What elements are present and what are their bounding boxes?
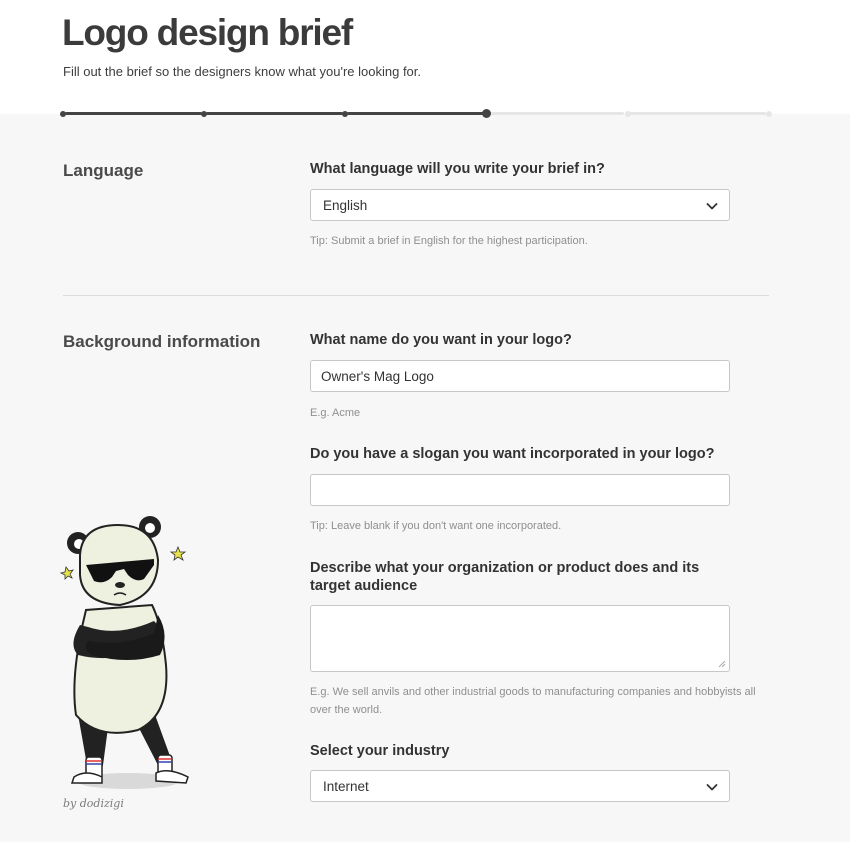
progress-segment: [65, 112, 202, 115]
slogan-input[interactable]: [310, 474, 730, 506]
progress-step-2: [201, 111, 207, 117]
background-section-title: Background information: [63, 332, 261, 351]
progress-bar: [60, 109, 772, 119]
logo-name-input[interactable]: Owner's Mag Logo: [310, 360, 730, 392]
progress-step-6: [766, 111, 772, 117]
chevron-down-icon: [706, 784, 718, 791]
language-question: What language will you write your brief …: [310, 161, 605, 177]
progress-segment: [347, 112, 484, 115]
progress-step-1: [60, 111, 66, 117]
logo-name-question: What name do you want in your logo?: [310, 332, 572, 348]
language-tip: Tip: Submit a brief in English for the h…: [310, 235, 588, 247]
describe-question: Describe what your organization or produ…: [310, 560, 700, 594]
page-subtitle: Fill out the brief so the designers know…: [63, 64, 422, 79]
logo-name-hint: E.g. Acme: [310, 407, 361, 419]
progress-step-3: [342, 111, 348, 117]
chevron-down-icon: [706, 203, 718, 210]
header-area: Logo design brief Fill out the brief so …: [0, 0, 850, 114]
illustration-credit: by dodizigi: [63, 797, 124, 810]
resize-handle-icon[interactable]: [718, 660, 726, 668]
industry-selected-value: Internet: [323, 779, 369, 794]
describe-hint: E.g. We sell anvils and other industrial…: [310, 686, 756, 716]
slogan-tip: Tip: Leave blank if you don't want one i…: [310, 520, 562, 532]
progress-segment: [206, 112, 343, 115]
progress-step-5: [625, 111, 631, 117]
progress-segment: [489, 112, 624, 115]
describe-textarea[interactable]: [310, 605, 730, 672]
progress-segment: [630, 112, 766, 115]
page-title: Logo design brief: [62, 12, 353, 53]
language-select[interactable]: English: [310, 189, 730, 221]
industry-question: Select your industry: [310, 743, 450, 759]
industry-select[interactable]: Internet: [310, 770, 730, 802]
language-section-title: Language: [63, 161, 144, 180]
slogan-question: Do you have a slogan you want incorporat…: [310, 446, 715, 462]
section-divider: [63, 295, 769, 296]
language-selected-value: English: [323, 198, 368, 213]
panda-illustration: [59, 516, 189, 789]
progress-step-current: [482, 109, 491, 118]
